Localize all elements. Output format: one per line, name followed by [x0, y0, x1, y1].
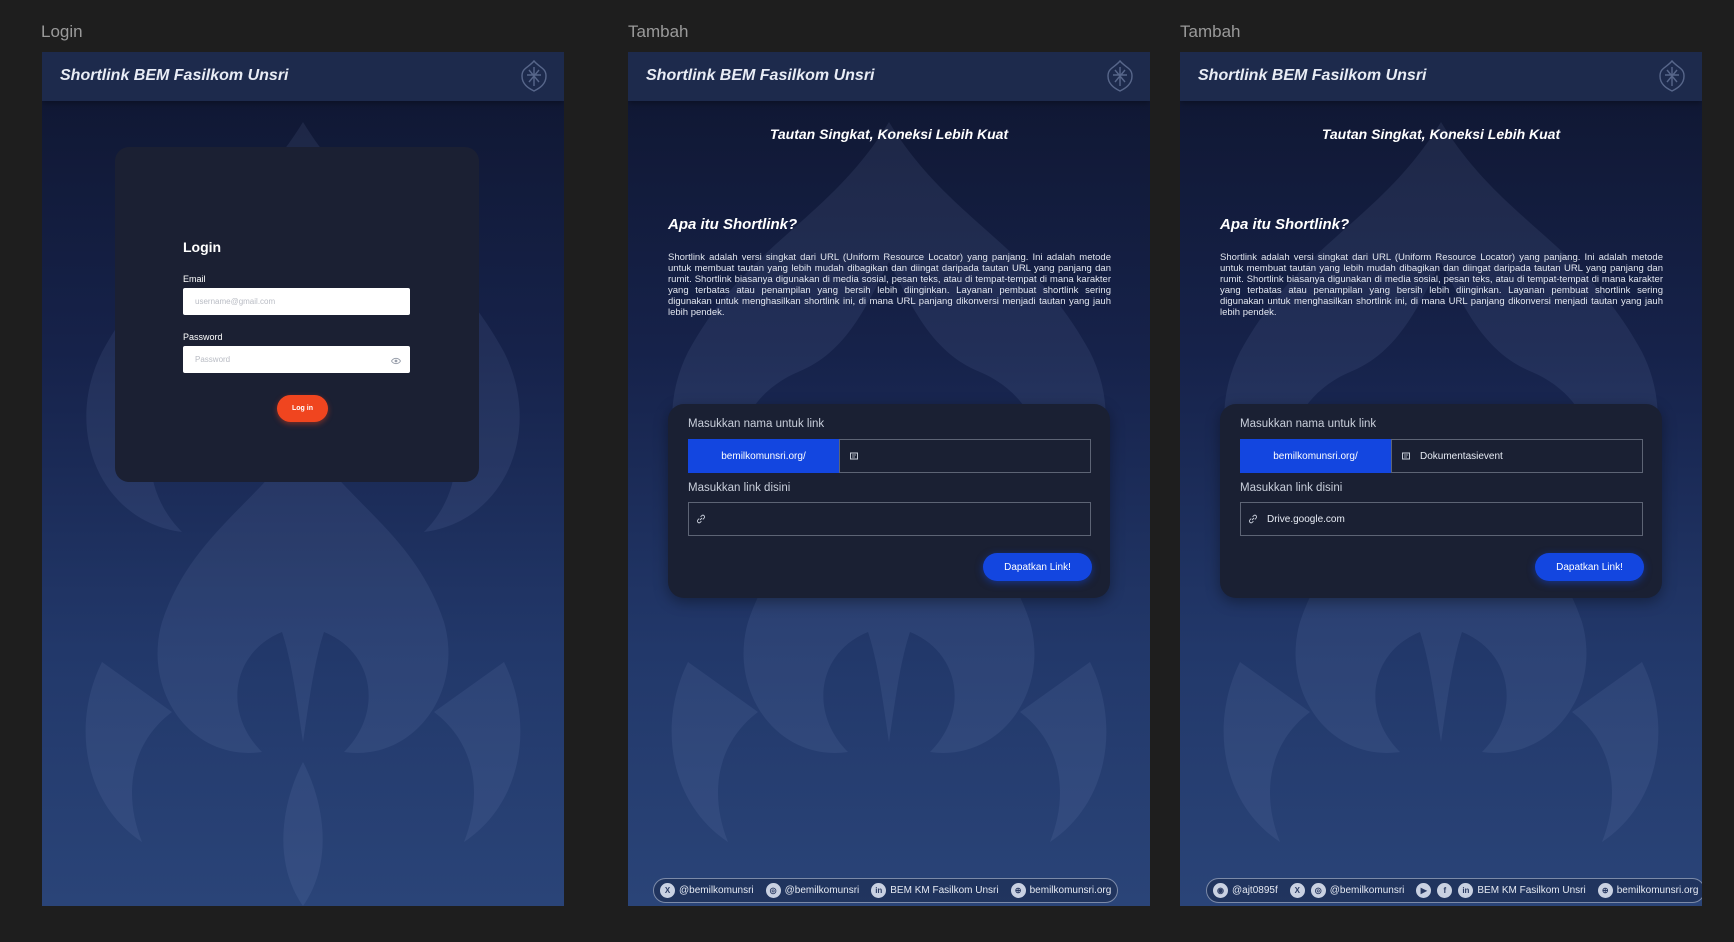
social-item[interactable]: ◎ @bemilkomunsri [1310, 883, 1405, 898]
shortlink-description: Shortlink adalah versi singkat dari URL … [1220, 252, 1663, 318]
facebook-icon: f [1437, 883, 1453, 898]
social-item[interactable]: ⊕ bemilkomunsri.org [1010, 883, 1112, 898]
social-handle: @ajt0895f [1232, 885, 1278, 896]
instagram-icon: ◎ [765, 883, 781, 898]
link-icon [696, 514, 706, 524]
social-item[interactable]: ▶ [1416, 883, 1432, 898]
app-header: Shortlink BEM Fasilkom Unsri [1180, 52, 1702, 101]
section-title: Apa itu Shortlink? [668, 216, 798, 233]
instagram-icon: ◎ [1310, 883, 1326, 898]
long-url-value: Drive.google.com [1267, 513, 1345, 525]
x-twitter-icon: X [1289, 883, 1305, 898]
name-label: Masukkan nama untuk link [1240, 418, 1377, 430]
shortlink-form-card: Masukkan nama untuk link bemilkomunsri.o… [668, 404, 1110, 598]
show-password-eye-icon[interactable] [391, 357, 401, 365]
link-name-value: Dokumentasievent [1420, 450, 1503, 462]
social-item[interactable]: ⊕ bemilkomunsri.org [1597, 883, 1699, 898]
social-handle: @bemilkomunsri [679, 885, 754, 896]
long-url-input[interactable] [688, 502, 1091, 536]
app-header: Shortlink BEM Fasilkom Unsri [628, 52, 1150, 101]
email-field[interactable] [183, 288, 410, 315]
tag-icon [850, 452, 858, 460]
social-handle: @bemilkomunsri [1329, 885, 1405, 896]
frame-label-tambah-filled: Tambah [1180, 22, 1241, 41]
tagline: Tautan Singkat, Koneksi Lebih Kuat [769, 126, 1009, 142]
link-name-input[interactable]: Dokumentasievent [1391, 439, 1643, 473]
youtube-icon: ▶ [1416, 883, 1432, 898]
bem-logo-icon [1659, 59, 1685, 92]
tambah-frame-empty: Shortlink BEM Fasilkom Unsri Tautan Sing… [628, 52, 1150, 906]
shortlink-description: Shortlink adalah versi singkat dari URL … [668, 252, 1111, 318]
login-button[interactable]: Log in [277, 395, 328, 422]
app-header: Shortlink BEM Fasilkom Unsri [42, 52, 564, 101]
x-twitter-icon: X [660, 883, 675, 898]
frame-label-login: Login [41, 22, 83, 41]
tagline: Tautan Singkat, Koneksi Lebih Kuat [1321, 126, 1561, 142]
social-footer: X @bemilkomunsri ◎ @bemilkomunsri in BEM… [653, 878, 1119, 903]
social-item[interactable]: ◎ @bemilkomunsri [765, 883, 860, 898]
get-link-button[interactable]: Dapatkan Link! [1535, 553, 1644, 581]
link-name-input[interactable] [839, 439, 1091, 473]
bem-logo-icon [1107, 59, 1133, 92]
frame-label-tambah: Tambah [628, 22, 689, 41]
social-item[interactable]: f [1437, 883, 1453, 898]
linkedin-icon: in [1458, 883, 1474, 898]
discord-icon: ◉ [1213, 883, 1228, 898]
app-title: Shortlink BEM Fasilkom Unsri [1198, 67, 1427, 84]
get-link-button[interactable]: Dapatkan Link! [983, 553, 1092, 581]
social-handle: @bemilkomunsri [784, 885, 860, 896]
login-card: Login Email Password Log in [115, 147, 479, 482]
domain-prefix: bemilkomunsri.org/ [1240, 439, 1391, 473]
social-item[interactable]: in BEM KM Fasilkom Unsri [1458, 883, 1586, 898]
section-title: Apa itu Shortlink? [1220, 216, 1350, 233]
link-icon [1248, 514, 1258, 524]
email-label: Email [183, 274, 206, 284]
app-title: Shortlink BEM Fasilkom Unsri [646, 67, 875, 84]
domain-prefix: bemilkomunsri.org/ [688, 439, 839, 473]
social-handle: bemilkomunsri.org [1616, 885, 1699, 896]
social-item[interactable]: X @bemilkomunsri [660, 883, 754, 898]
social-handle: bemilkomunsri.org [1029, 885, 1112, 896]
shortlink-form-card: Masukkan nama untuk link bemilkomunsri.o… [1220, 404, 1662, 598]
globe-icon: ⊕ [1010, 883, 1026, 898]
globe-icon: ⊕ [1597, 883, 1613, 898]
link-label: Masukkan link disini [688, 482, 791, 494]
social-item[interactable]: ◉ @ajt0895f [1213, 883, 1278, 898]
social-footer: ◉ @ajt0895f X ◎ @bemilkomunsri ▶ f in BE… [1206, 878, 1702, 903]
password-label: Password [183, 332, 223, 342]
tambah-frame-filled: Shortlink BEM Fasilkom Unsri Tautan Sing… [1180, 52, 1702, 906]
social-handle: BEM KM Fasilkom Unsri [1477, 885, 1586, 896]
link-label: Masukkan link disini [1240, 482, 1343, 494]
long-url-input[interactable]: Drive.google.com [1240, 502, 1643, 536]
social-item[interactable]: X [1289, 883, 1305, 898]
password-field[interactable] [183, 346, 410, 373]
login-title: Login [183, 239, 222, 255]
social-item[interactable]: in BEM KM Fasilkom Unsri [871, 883, 999, 898]
tag-icon [1402, 452, 1410, 460]
name-label: Masukkan nama untuk link [688, 418, 825, 430]
social-handle: BEM KM Fasilkom Unsri [890, 885, 999, 896]
bem-logo-icon [521, 59, 547, 92]
app-title: Shortlink BEM Fasilkom Unsri [60, 67, 289, 84]
login-frame: Shortlink BEM Fasilkom Unsri Login Email… [42, 52, 564, 906]
linkedin-icon: in [871, 883, 887, 898]
